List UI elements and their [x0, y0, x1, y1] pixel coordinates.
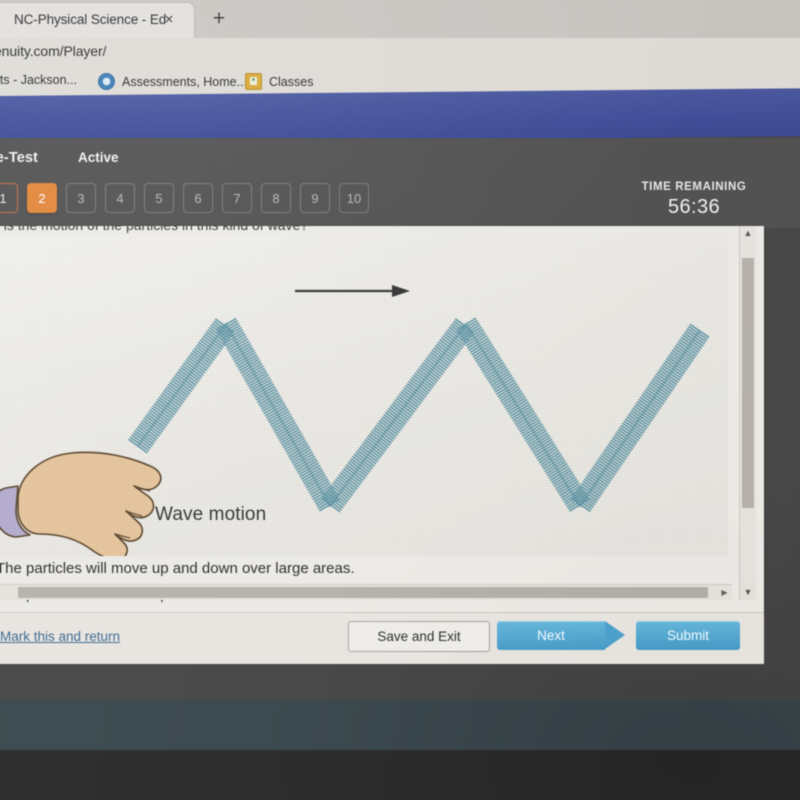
next-arrow-icon[interactable] [605, 621, 625, 649]
question-number-nav: 1 2 3 4 5 6 7 8 9 10 [0, 183, 369, 213]
status-badge: Active [78, 150, 119, 165]
question-panel: t is the motion of the particles in this… [0, 226, 764, 616]
question-number-3[interactable]: 3 [66, 183, 96, 213]
address-bar[interactable]: enuity.com/Player/ [0, 38, 800, 68]
desktop-background [0, 664, 800, 700]
bookmark-label: Assessments, Home... [122, 74, 248, 89]
below-taskbar-area [0, 750, 800, 800]
timer: TIME REMAINING 56:36 [604, 181, 784, 219]
new-tab-icon[interactable]: + [206, 6, 232, 32]
answer-options: The particles will move up and down over… [0, 556, 716, 608]
horizontal-scroll-thumb[interactable] [18, 587, 708, 598]
photographed-screen: NC-Physical Science - Edgenuity × + enui… [0, 0, 800, 800]
bookmark-jackson[interactable]: ents - Jackson... [0, 73, 77, 87]
site-banner [0, 88, 800, 144]
question-number-7[interactable]: 7 [222, 183, 252, 213]
timer-value: 56:36 [667, 196, 721, 218]
scroll-up-icon[interactable]: ▲ [740, 226, 756, 241]
taskbar: W ︿ [0, 700, 800, 750]
question-number-5[interactable]: 5 [144, 183, 174, 213]
browser-tab-strip: NC-Physical Science - Edgenuity × + [0, 0, 800, 38]
next-button[interactable]: Next [497, 621, 605, 650]
tab-strip-empty-area [232, 0, 800, 38]
assessments-icon [98, 73, 115, 90]
mark-this-and-return-link[interactable]: Mark this and return [0, 629, 120, 644]
browser-tab[interactable]: NC-Physical Science - Edgenuity × [0, 3, 194, 38]
vertical-scroll-thumb[interactable] [742, 258, 754, 508]
hand-illustration [0, 451, 162, 556]
question-number-2[interactable]: 2 [27, 183, 57, 213]
scroll-down-icon[interactable]: ▼ [740, 585, 756, 600]
question-number-4[interactable]: 4 [105, 183, 135, 213]
question-number-6[interactable]: 6 [183, 183, 213, 213]
bookmark-classes[interactable]: Classes [245, 73, 313, 90]
bookmark-label: Classes [269, 74, 314, 89]
classes-icon [245, 73, 262, 90]
timer-label: TIME REMAINING [641, 181, 747, 193]
submit-button[interactable]: Submit [636, 621, 740, 650]
question-number-8[interactable]: 8 [261, 183, 291, 213]
question-number-10[interactable]: 10 [339, 183, 369, 213]
save-and-exit-button[interactable]: Save and Exit [348, 621, 490, 652]
wave-motion-arrow [295, 285, 410, 297]
breadcrumb: re-Test [0, 150, 38, 166]
scroll-right-icon[interactable]: ▶ [718, 585, 731, 600]
wave-diagram-svg [0, 285, 710, 556]
close-icon[interactable]: × [160, 11, 178, 29]
action-bar: Mark this and return Save and Exit Next … [0, 612, 764, 665]
wave-diagram: Wave motion [0, 234, 728, 556]
bookmark-label: ents - Jackson... [0, 73, 78, 87]
vertical-scrollbar[interactable]: ▲ ▼ [739, 226, 756, 600]
bookmark-assessments[interactable]: Assessments, Home... [98, 73, 247, 90]
tab-title: NC-Physical Science - Edgenuity [14, 12, 166, 27]
horizontal-scrollbar[interactable]: ▶ [0, 584, 732, 600]
answer-option-1[interactable]: The particles will move up and down over… [0, 556, 716, 582]
url-text: enuity.com/Player/ [0, 43, 107, 59]
question-number-9[interactable]: 9 [300, 183, 330, 213]
question-number-1[interactable]: 1 [0, 183, 18, 213]
